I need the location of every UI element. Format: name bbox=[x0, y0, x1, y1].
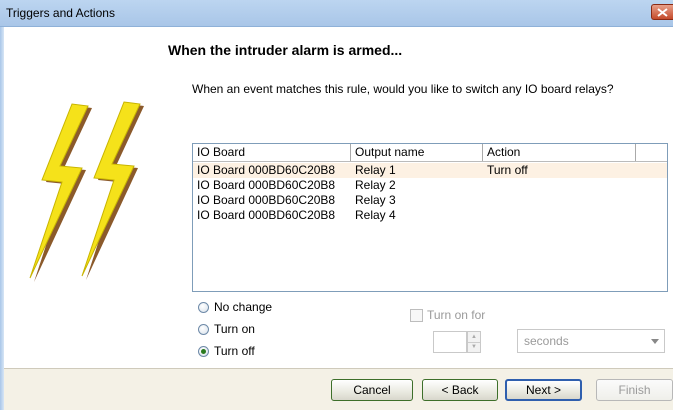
cell-io-board: IO Board 000BD60C20B8 bbox=[197, 178, 336, 192]
cell-action bbox=[483, 178, 636, 193]
back-button[interactable]: < Back bbox=[422, 379, 498, 401]
selected-unit: seconds bbox=[524, 334, 569, 348]
radio-label: Turn off bbox=[214, 344, 255, 358]
close-button[interactable] bbox=[651, 4, 673, 20]
chevron-down-icon bbox=[651, 339, 659, 344]
relay-table[interactable]: IO Board Output name Action IO Board 000… bbox=[192, 143, 668, 292]
cell-output-name: Relay 1 bbox=[355, 163, 396, 177]
title-bar: Triggers and Actions bbox=[0, 0, 673, 27]
close-icon bbox=[657, 8, 668, 17]
cell-action: Turn off bbox=[487, 163, 528, 177]
duration-unit-select[interactable]: seconds bbox=[517, 329, 665, 353]
cell-io-board: IO Board 000BD60C20B8 bbox=[197, 163, 336, 177]
turn-on-for-label: Turn on for bbox=[427, 308, 486, 322]
page-title: When the intruder alarm is armed... bbox=[168, 42, 403, 58]
column-header-io-board[interactable]: IO Board bbox=[193, 144, 351, 161]
cell-io-board: IO Board 000BD60C20B8 bbox=[197, 208, 336, 222]
finish-button[interactable]: Finish bbox=[596, 379, 673, 401]
cell-output-name: Relay 2 bbox=[355, 178, 396, 192]
table-row[interactable]: IO Board 000BD60C20B8 Relay 2 bbox=[193, 178, 667, 193]
radio-button[interactable] bbox=[198, 324, 209, 335]
checkbox[interactable] bbox=[410, 309, 423, 322]
lightning-bolt-icon bbox=[29, 101, 144, 282]
stepper-buttons: ▲ ▼ bbox=[467, 331, 481, 353]
next-button[interactable]: Next > bbox=[505, 379, 582, 401]
question-text: When an event matches this rule, would y… bbox=[192, 82, 614, 96]
duration-stepper[interactable]: ▲ ▼ bbox=[433, 331, 481, 353]
table-row[interactable]: IO Board 000BD60C20B8 Relay 4 bbox=[193, 208, 667, 223]
table-row[interactable]: IO Board 000BD60C20B8 Relay 3 bbox=[193, 193, 667, 208]
cancel-button[interactable]: Cancel bbox=[331, 379, 413, 401]
table-row[interactable]: IO Board 000BD60C20B8 Relay 1 Turn off bbox=[193, 163, 667, 178]
radio-label: No change bbox=[214, 300, 273, 314]
radio-button[interactable] bbox=[198, 302, 209, 313]
table-header: IO Board Output name Action bbox=[193, 144, 667, 162]
cell-io-board: IO Board 000BD60C20B8 bbox=[197, 193, 336, 207]
stepper-down-icon[interactable]: ▼ bbox=[468, 342, 480, 352]
cell-action bbox=[483, 208, 636, 223]
radio-label: Turn on bbox=[214, 322, 255, 336]
column-header-output-name[interactable]: Output name bbox=[351, 144, 483, 161]
duration-input[interactable] bbox=[433, 331, 467, 353]
cell-output-name: Relay 3 bbox=[355, 193, 396, 207]
cell-output-name: Relay 4 bbox=[355, 208, 396, 222]
column-header-action[interactable]: Action bbox=[483, 144, 636, 161]
cell-action bbox=[483, 193, 636, 208]
radio-selected-dot bbox=[201, 349, 206, 354]
window-title: Triggers and Actions bbox=[6, 6, 115, 20]
radio-button[interactable] bbox=[198, 346, 209, 357]
